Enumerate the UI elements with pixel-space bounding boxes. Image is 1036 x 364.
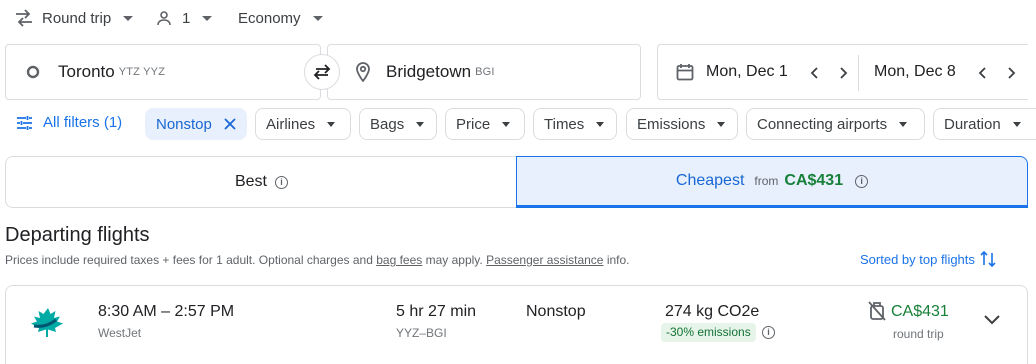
price-note-text: info. — [603, 253, 630, 267]
filter-chip-price[interactable]: Price — [445, 108, 525, 140]
expand-icon[interactable] — [983, 314, 1001, 326]
chevron-left-icon[interactable] — [806, 64, 824, 82]
chevron-down-icon — [717, 121, 726, 127]
flight-route: YYZ–BGI — [396, 326, 447, 340]
trip-type-label: Round trip — [42, 9, 112, 27]
chevron-down-icon — [502, 121, 511, 127]
filter-chip-connecting-airports[interactable]: Connecting airports — [746, 108, 925, 140]
all-filters-button[interactable]: All filters (1) — [16, 114, 122, 131]
person-icon — [156, 10, 172, 26]
flight-times: 8:30 AM – 2:57 PM — [98, 303, 235, 320]
chevron-left-icon[interactable] — [974, 64, 992, 82]
origin-city: Toronto — [58, 62, 115, 81]
price-note-text: Prices include required taxes + fees for… — [5, 253, 377, 267]
tab-cheapest-from: from — [754, 174, 779, 188]
chevron-down-icon — [202, 15, 213, 21]
airline-name: WestJet — [98, 326, 142, 340]
passenger-assistance-link[interactable]: Passenger assistance — [486, 253, 603, 267]
filter-chip-label: Price — [456, 115, 491, 133]
chevron-down-icon — [596, 121, 605, 127]
price-type: round trip — [893, 327, 944, 341]
origin-field[interactable]: Toronto YTZ YYZ — [5, 44, 321, 100]
filter-chip-label: Times — [544, 115, 585, 133]
chevron-right-icon[interactable] — [1002, 64, 1020, 82]
no-carry-on-bag-icon — [868, 301, 886, 321]
westjet-logo — [28, 306, 68, 340]
swap-button[interactable] — [304, 54, 340, 90]
filter-chip-label: Bags — [370, 115, 405, 133]
price-note-text: may apply. — [422, 253, 487, 267]
flight-stops: Nonstop — [526, 303, 586, 320]
swap-arrows-icon — [14, 9, 34, 27]
tab-cheapest-label: Cheapest — [675, 172, 745, 189]
circle-origin-icon — [26, 65, 40, 79]
flight-duration: 5 hr 27 min — [396, 303, 477, 320]
filter-chip-label: Emissions — [637, 115, 706, 133]
tab-best[interactable]: Best i — [5, 156, 517, 208]
return-date[interactable]: Mon, Dec 8 — [874, 63, 956, 81]
chevron-down-icon — [1012, 121, 1021, 127]
swap-icon — [312, 64, 332, 80]
filter-chip-duration[interactable]: Duration — [933, 108, 1036, 140]
passenger-count: 1 — [182, 9, 191, 27]
chevron-down-icon — [312, 15, 323, 21]
filter-chip-label: Airlines — [266, 115, 316, 133]
filter-chip-times[interactable]: Times — [533, 108, 617, 140]
filter-chip-label: Nonstop — [156, 115, 212, 133]
pin-icon — [356, 62, 370, 82]
destination-code: BGI — [475, 66, 495, 78]
price-note: Prices include required taxes + fees for… — [5, 253, 630, 267]
flight-emissions: 274 kg CO2e — [665, 303, 760, 320]
sort-icon — [980, 250, 996, 268]
info-icon[interactable]: i — [275, 175, 288, 189]
filter-chip-bags[interactable]: Bags — [359, 108, 437, 140]
chevron-down-icon — [327, 121, 336, 127]
destination-field[interactable]: Bridgetown BGI — [327, 44, 641, 100]
sort-button[interactable]: Sorted by top flights — [860, 250, 996, 268]
bag-fees-link[interactable]: bag fees — [376, 253, 422, 267]
depart-date-field[interactable]: Mon, Dec 1 — [676, 63, 788, 81]
info-icon[interactable]: i — [855, 174, 869, 188]
section-title: Departing flights — [5, 224, 150, 246]
filter-chip-nonstop[interactable]: Nonstop — [145, 108, 247, 140]
tab-best-label: Best — [234, 173, 267, 190]
chevron-down-icon — [416, 121, 425, 127]
origin-codes: YTZ YYZ — [118, 66, 166, 78]
emissions-badge: -30% emissions — [661, 323, 756, 342]
filter-chip-label: Duration — [944, 115, 1001, 133]
cabin-label: Economy — [238, 9, 301, 27]
chevron-right-icon[interactable] — [834, 64, 852, 82]
destination-city: Bridgetown — [386, 62, 472, 81]
calendar-icon — [676, 63, 694, 81]
cabin-select[interactable]: Economy — [238, 6, 323, 30]
filter-chip-emissions[interactable]: Emissions — [626, 108, 738, 140]
tab-cheapest-price: CA$431 — [784, 172, 844, 189]
trip-type-select[interactable]: Round trip — [14, 6, 134, 30]
tune-icon — [16, 115, 33, 131]
sort-label: Sorted by top flights — [860, 251, 975, 267]
filter-chip-airlines[interactable]: Airlines — [255, 108, 351, 140]
flight-row[interactable]: 8:30 AM – 2:57 PM WestJet 5 hr 27 min YY… — [5, 285, 1028, 364]
close-icon[interactable] — [224, 118, 236, 130]
chevron-down-icon — [899, 121, 908, 127]
passenger-select[interactable]: 1 — [156, 6, 213, 30]
tab-cheapest[interactable]: Cheapest from CA$431 i — [516, 156, 1028, 208]
all-filters-label: All filters (1) — [43, 114, 123, 131]
info-icon[interactable]: i — [762, 326, 775, 339]
flight-price: CA$431 — [891, 303, 949, 320]
filter-chip-label: Connecting airports — [757, 115, 888, 133]
depart-date: Mon, Dec 1 — [706, 63, 788, 80]
date-range-field: Mon, Dec 1 Mon, Dec 8 — [657, 44, 1028, 100]
chevron-down-icon — [123, 15, 134, 21]
date-divider — [858, 55, 859, 91]
